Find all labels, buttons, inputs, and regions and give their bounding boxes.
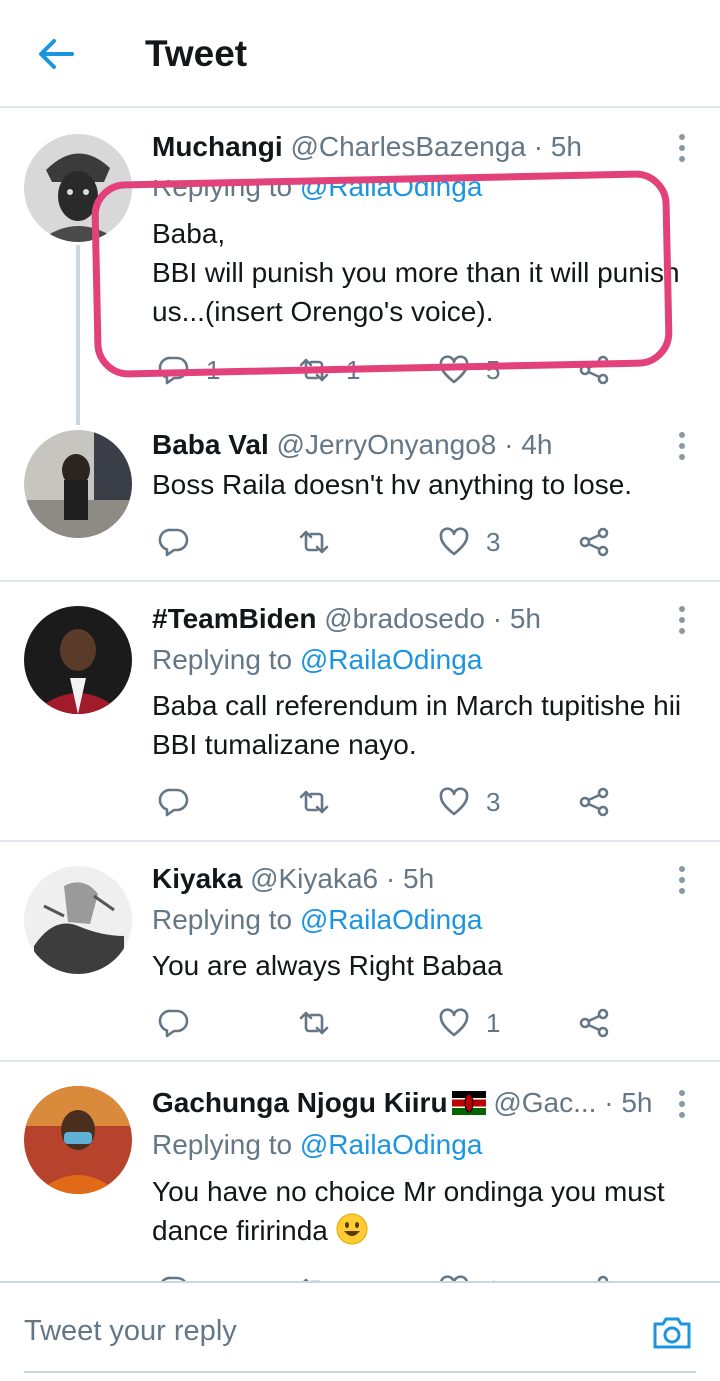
replying-to: Replying to @RailaOdinga <box>152 1128 482 1162</box>
reply-composer: Tweet your reply <box>0 1281 720 1381</box>
share-button[interactable] <box>578 1005 610 1041</box>
share-icon <box>578 786 610 818</box>
tweet-text: Boss Raila doesn't hv anything to lose. <box>152 469 633 500</box>
more-icon[interactable] <box>678 1090 686 1120</box>
display-name[interactable]: Kiyaka <box>152 863 242 894</box>
replying-to: Replying to @RailaOdinga <box>152 903 482 937</box>
display-name[interactable]: Gachunga Njogu Kiiru <box>152 1087 448 1118</box>
reply-button[interactable] <box>158 784 190 820</box>
top-bar: Tweet <box>0 0 720 108</box>
share-icon <box>578 526 610 558</box>
tweet-teambiden[interactable]: #TeamBiden @bradosedo · 5h Replying to @… <box>0 582 720 840</box>
tweet-text: You have no choice Mr ondinga you must d… <box>152 1172 702 1250</box>
replying-to-label: Replying to <box>152 1129 293 1160</box>
avatar[interactable] <box>24 430 132 538</box>
like-button[interactable]: 1 <box>438 1005 500 1041</box>
reply-icon <box>158 786 190 818</box>
user-handle: @Gac... <box>493 1087 597 1118</box>
retweet-button[interactable] <box>298 524 330 560</box>
reply-input[interactable]: Tweet your reply <box>24 1315 237 1348</box>
retweet-button[interactable] <box>298 784 330 820</box>
like-button[interactable]: 3 <box>438 524 500 560</box>
highlight-annotation <box>91 169 673 379</box>
tweet-text: You are always Right Babaa <box>152 950 503 981</box>
user-handle: @JerryOnyango8 <box>276 429 497 460</box>
reply-handle-link[interactable]: @RailaOdinga <box>300 904 483 935</box>
tweet-gachunga[interactable]: Gachunga Njogu Kiiru @Gac... · 5h Replyi… <box>0 1062 720 1305</box>
like-button[interactable]: 3 <box>438 784 500 820</box>
retweet-button[interactable] <box>298 1005 330 1041</box>
back-arrow-icon[interactable] <box>34 32 78 76</box>
tweet-actions: 3 <box>152 524 622 560</box>
tweet-header: #TeamBiden @bradosedo · 5h <box>152 602 541 636</box>
user-handle: @bradosedo <box>324 603 485 634</box>
replying-to: Replying to @RailaOdinga <box>152 643 482 677</box>
more-icon[interactable] <box>678 432 686 462</box>
user-handle: @Kiyaka6 <box>250 863 379 894</box>
reply-button[interactable] <box>158 524 190 560</box>
tweet-kiyaka[interactable]: Kiyaka @Kiyaka6 · 5h Replying to @RailaO… <box>0 842 720 1060</box>
user-handle: @CharlesBazenga <box>290 131 526 162</box>
more-icon[interactable] <box>678 134 686 164</box>
tweet-text-content: You have no choice Mr ondinga you must d… <box>152 1176 665 1246</box>
more-icon[interactable] <box>678 606 686 636</box>
timestamp: · 5h <box>604 1087 653 1118</box>
like-icon <box>438 526 470 558</box>
replying-to-label: Replying to <box>152 904 293 935</box>
more-icon[interactable] <box>678 866 686 896</box>
retweet-icon <box>298 1007 330 1039</box>
display-name[interactable]: #TeamBiden <box>152 603 316 634</box>
share-button[interactable] <box>578 524 610 560</box>
replying-to-label: Replying to <box>152 644 293 675</box>
like-count: 3 <box>486 786 501 817</box>
tweet-actions: 1 <box>152 1005 622 1041</box>
avatar[interactable] <box>24 866 132 974</box>
timestamp: · 5h <box>492 603 541 634</box>
tweet-header: Gachunga Njogu Kiiru @Gac... · 5h <box>152 1086 653 1120</box>
page-title: Tweet <box>145 33 248 74</box>
reply-button[interactable] <box>158 1005 190 1041</box>
share-icon <box>578 1007 610 1039</box>
tweet-baba-val[interactable]: Baba Val @JerryOnyango8 · 4h Boss Raila … <box>0 418 720 580</box>
timestamp: · 5h <box>533 131 582 162</box>
timestamp: · 4h <box>504 429 553 460</box>
avatar[interactable] <box>24 606 132 714</box>
timestamp: · 5h <box>385 863 435 894</box>
tweet-header: Baba Val @JerryOnyango8 · 4h <box>152 428 552 462</box>
reply-handle-link[interactable]: @RailaOdinga <box>300 644 483 675</box>
avatar[interactable] <box>24 1086 132 1194</box>
like-count: 1 <box>486 1007 501 1038</box>
reply-icon <box>158 1007 190 1039</box>
tweet-actions: 3 <box>152 784 622 820</box>
retweet-icon <box>298 786 330 818</box>
camera-icon[interactable] <box>650 1311 694 1355</box>
kenya-flag-icon <box>451 1091 486 1115</box>
tweet-header: Kiyaka @Kiyaka6 · 5h <box>152 862 434 896</box>
display-name[interactable]: Baba Val <box>152 429 269 460</box>
smiley-emoji-icon <box>336 1213 368 1245</box>
tweet-text: Baba call referendum in March tupitishe … <box>152 690 682 760</box>
like-icon <box>438 1007 470 1039</box>
reply-handle-link[interactable]: @RailaOdinga <box>300 1129 483 1160</box>
reply-icon <box>158 526 190 558</box>
retweet-icon <box>298 526 330 558</box>
share-button[interactable] <box>578 784 610 820</box>
display-name[interactable]: Muchangi <box>152 131 283 162</box>
input-underline <box>24 1371 696 1373</box>
tweet-header: Muchangi @CharlesBazenga · 5h <box>152 130 582 164</box>
like-count: 3 <box>486 526 501 557</box>
like-icon <box>438 786 470 818</box>
